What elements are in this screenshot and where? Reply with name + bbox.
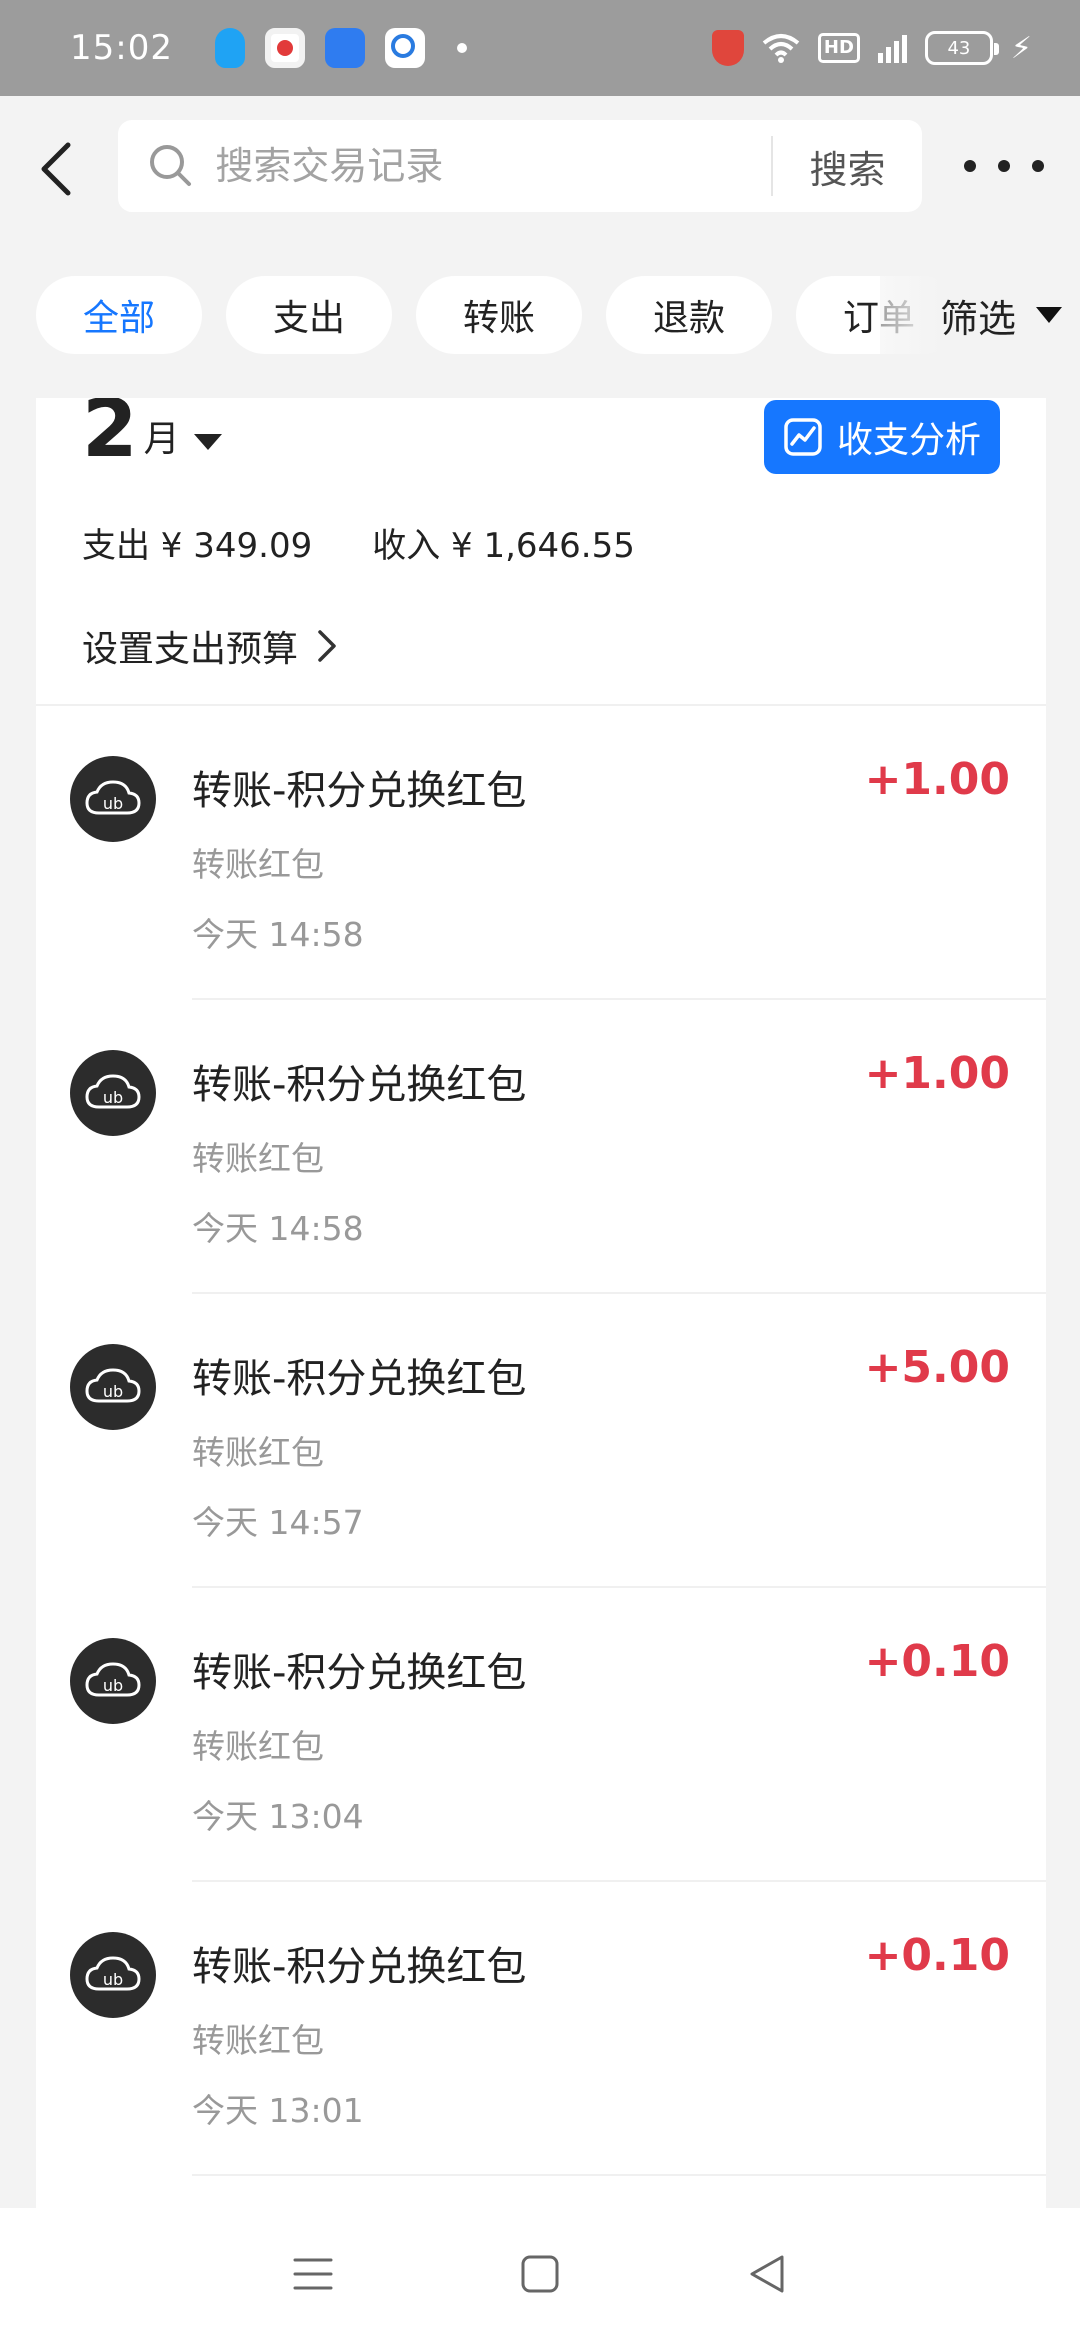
transaction-amount: +1.00 xyxy=(864,754,1010,805)
cloud-icon: ub xyxy=(70,756,156,842)
filter-chip-transfer[interactable]: 转账 xyxy=(416,276,582,354)
set-budget-link[interactable]: 设置支出预算 xyxy=(82,620,338,672)
transaction-title: 转账-积分兑换红包 xyxy=(192,1356,527,1402)
chart-icon xyxy=(783,417,823,457)
month-number: 2 xyxy=(82,398,138,475)
analysis-label: 收支分析 xyxy=(836,420,981,461)
status-time: 15:02 xyxy=(70,28,173,68)
transaction-title: 转账-积分兑换红包 xyxy=(192,1944,527,1990)
qq-app-icon xyxy=(214,28,245,68)
filter-chip-expense[interactable]: 支出 xyxy=(226,276,392,354)
transaction-category: 转账红包 xyxy=(192,1139,324,1178)
svg-text:ub: ub xyxy=(103,1382,123,1401)
transaction-row[interactable]: ub 转账-积分兑换红包 转账红包 今天 14:57 +5.00 xyxy=(36,1294,1046,1588)
chevron-left-icon xyxy=(41,142,71,196)
menu-icon xyxy=(293,2258,333,2290)
transaction-row[interactable]: ub 转账-积分兑换红包 转账红包 今天 14:58 +1.00 xyxy=(36,706,1046,1000)
transaction-category: 转账红包 xyxy=(192,1727,324,1766)
month-summary: 2 月 收支分析 支出 ¥ 349.09 收入 ¥ 1,646.55 设置支出预… xyxy=(36,398,1046,706)
back-nav-button[interactable] xyxy=(727,2234,807,2314)
cloud-icon: ub xyxy=(70,1638,156,1724)
svg-text:ub: ub xyxy=(103,1088,123,1107)
triangle-back-icon xyxy=(750,2255,784,2293)
transaction-category: 转账红包 xyxy=(192,1433,324,1472)
home-button[interactable] xyxy=(500,2234,580,2314)
month-selector[interactable]: 2 月 xyxy=(82,398,222,475)
dot-icon xyxy=(998,160,1010,172)
filter-chip-all[interactable]: 全部 xyxy=(36,276,202,354)
transaction-time: 今天 14:58 xyxy=(192,915,364,954)
browser-app-icon xyxy=(384,28,425,68)
transaction-title: 转账-积分兑换红包 xyxy=(192,768,527,814)
transaction-time: 今天 13:04 xyxy=(192,1797,364,1836)
charging-icon: ⚡ xyxy=(1010,30,1032,66)
transaction-category: 转账红包 xyxy=(192,2021,324,2060)
dot-icon xyxy=(964,160,976,172)
month-totals: 支出 ¥ 349.09 收入 ¥ 1,646.55 xyxy=(82,518,635,567)
more-notifications-dot xyxy=(456,43,467,53)
transaction-list: ub 转账-积分兑换红包 转账红包 今天 14:58 +1.00 ub 转账-积… xyxy=(36,706,1046,2176)
search-box[interactable]: 搜索 xyxy=(118,120,922,212)
blue-app-icon xyxy=(324,28,365,68)
transaction-category: 转账红包 xyxy=(192,845,324,884)
transaction-amount: +5.00 xyxy=(864,1342,1010,1393)
transaction-time: 今天 14:58 xyxy=(192,1209,364,1248)
caret-down-icon xyxy=(193,434,222,450)
transaction-row[interactable]: ub 转账-积分兑换红包 转账红包 今天 14:58 +1.00 xyxy=(36,1000,1046,1294)
transaction-time: 今天 13:01 xyxy=(192,2091,364,2130)
filter-chip-refund[interactable]: 退款 xyxy=(606,276,772,354)
svg-text:ub: ub xyxy=(103,794,123,813)
shield-icon xyxy=(711,30,744,66)
svg-text:ub: ub xyxy=(103,1970,123,1989)
transaction-time: 今天 14:57 xyxy=(192,1503,364,1542)
transaction-amount: +0.10 xyxy=(864,1930,1010,1981)
search-icon xyxy=(126,142,215,190)
cloud-icon: ub xyxy=(70,1932,156,2018)
notification-app-icon xyxy=(264,28,305,68)
more-options-button[interactable] xyxy=(964,144,1044,188)
chevron-right-icon xyxy=(318,630,336,662)
battery-level: 43 xyxy=(947,37,971,59)
search-input[interactable] xyxy=(215,144,772,188)
transaction-row[interactable]: ub 转账-积分兑换红包 转账红包 今天 13:04 +0.10 xyxy=(36,1588,1046,1882)
filter-bar: 全部 支出 转账 退款 订单 筛选 xyxy=(0,270,1080,360)
transactions-card: 2 月 收支分析 支出 ¥ 349.09 收入 ¥ 1,646.55 设置支出预… xyxy=(36,398,1046,2208)
month-unit: 月 xyxy=(143,419,180,460)
transaction-row[interactable]: ub 转账-积分兑换红包 转账红包 今天 13:01 +0.10 xyxy=(36,1882,1046,2176)
cloud-icon: ub xyxy=(70,1050,156,1136)
budget-label: 设置支出预算 xyxy=(82,629,299,670)
wifi-icon xyxy=(762,33,800,63)
status-bar: 15:02 HD 43 ⚡ xyxy=(0,0,1080,96)
transaction-amount: +0.10 xyxy=(864,1636,1010,1687)
filter-label: 筛选 xyxy=(939,296,1016,341)
cloud-icon: ub xyxy=(70,1344,156,1430)
home-icon xyxy=(521,2255,559,2293)
transaction-amount: +1.00 xyxy=(864,1048,1010,1099)
header: 搜索 xyxy=(0,96,1080,242)
hd-badge: HD xyxy=(817,33,860,63)
signal-icon xyxy=(877,33,907,63)
filter-button[interactable]: 筛选 xyxy=(880,270,1080,360)
battery-icon: 43 xyxy=(924,31,999,65)
search-button[interactable]: 搜索 xyxy=(773,139,922,194)
caret-down-icon xyxy=(1036,307,1062,323)
dot-icon xyxy=(1032,160,1044,172)
expense-total: 支出 ¥ 349.09 xyxy=(82,526,313,566)
svg-text:ub: ub xyxy=(103,1676,123,1695)
income-total: 收入 ¥ 1,646.55 xyxy=(372,526,635,566)
status-right: HD 43 ⚡ xyxy=(711,30,1032,66)
transaction-title: 转账-积分兑换红包 xyxy=(192,1650,527,1696)
transaction-title: 转账-积分兑换红包 xyxy=(192,1062,527,1108)
menu-button[interactable] xyxy=(273,2234,353,2314)
system-navigation-bar xyxy=(0,2208,1080,2340)
income-expense-analysis-button[interactable]: 收支分析 xyxy=(764,400,1000,474)
back-button[interactable] xyxy=(6,96,106,242)
